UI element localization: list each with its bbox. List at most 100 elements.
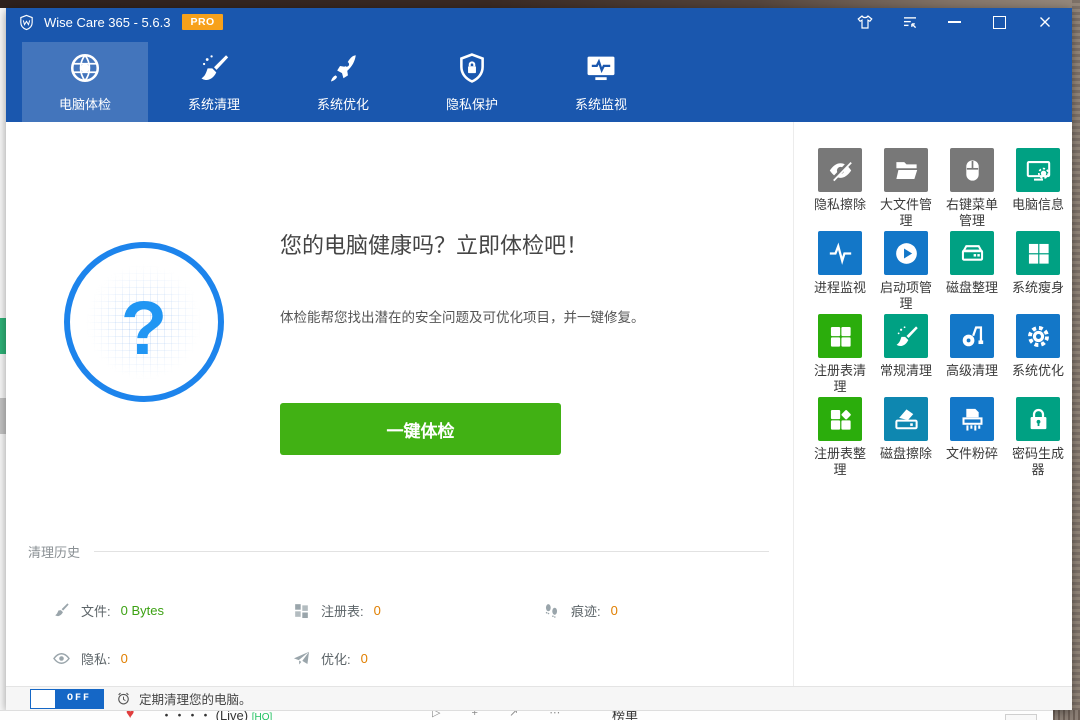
tool-system-tuneup[interactable]: 系统优化: [1005, 314, 1071, 397]
advanced-cleaner-icon: [950, 314, 994, 358]
toggle-state: OFF: [55, 690, 103, 708]
stat-value: 0: [611, 603, 618, 618]
tool-label: 进程监视: [814, 280, 866, 296]
main-nav: 电脑体检 系统清理 系统优化 隐私保护 系统监视: [6, 36, 1072, 122]
tab-label: 系统清理: [188, 94, 240, 113]
pc-checkup-icon: [68, 51, 102, 85]
tool-computer-info[interactable]: 电脑信息: [1005, 148, 1071, 231]
tool-disk-eraser[interactable]: 磁盘擦除: [873, 397, 939, 480]
startup-manager-icon: [884, 231, 928, 275]
stat-value: 0: [374, 603, 381, 618]
tab-privacy-protector[interactable]: 隐私保护: [409, 42, 535, 122]
registry-blocks-icon: [292, 601, 311, 620]
tool-registry-defrag[interactable]: 注册表整理: [807, 397, 873, 480]
desktop: Wise Care 365 - 5.6.3 PRO 电脑体检 系统清理: [0, 0, 1080, 720]
registry-defrag-icon: [818, 397, 862, 441]
stat-value: 0: [121, 651, 128, 666]
tool-common-cleaner[interactable]: 常规清理: [873, 314, 939, 397]
utilities-sidebar: 隐私擦除 大文件管理 右键菜单管理 电脑信息 进程监视: [793, 122, 1072, 686]
background-button-fragment: [1005, 714, 1037, 720]
common-cleaner-icon: [884, 314, 928, 358]
privacy-protector-icon: [455, 51, 489, 85]
tool-disk-defrag[interactable]: 磁盘整理: [939, 231, 1005, 314]
content-area: ? 您的电脑健康吗？立即体检吧！ 体检能帮您找出潜在的安全问题及可优化项目，并一…: [6, 122, 1072, 686]
tab-pc-checkup[interactable]: 电脑体检: [22, 42, 148, 122]
file-shredder-icon: [950, 397, 994, 441]
track-title: ・・・・ (Live) [HQ]: [160, 710, 272, 720]
close-button[interactable]: [1035, 13, 1054, 32]
stat-tuneup: 优化: 0: [292, 649, 542, 668]
system-slimming-icon: [1016, 231, 1060, 275]
stat-files: 文件: 0 Bytes: [52, 601, 292, 620]
tool-label: 磁盘擦除: [880, 446, 932, 462]
tool-label: 注册表整理: [811, 446, 869, 478]
tab-label: 系统监视: [575, 94, 627, 113]
footprints-icon: [542, 601, 561, 620]
history-title: 清理历史: [28, 542, 80, 561]
registry-cleaner-icon: [818, 314, 862, 358]
window-title: Wise Care 365 - 5.6.3: [44, 15, 170, 30]
alarm-clock-icon: [116, 691, 131, 706]
pro-badge: PRO: [182, 14, 222, 30]
stat-traces: 痕迹: 0: [542, 601, 769, 620]
question-mark: ?: [70, 254, 218, 402]
tool-process-monitor[interactable]: 进程监视: [807, 231, 873, 314]
background-music-player-strip: ♥ ・・・・ (Live) [HQ] ▷ + ↗ ⋯ 榜单: [0, 710, 1053, 720]
system-tuneup-gear-icon: [1016, 314, 1060, 358]
maximize-button[interactable]: [990, 13, 1009, 32]
broom-icon: [52, 601, 71, 620]
tool-label: 电脑信息: [1012, 197, 1064, 213]
cleaning-history: 清理历史 文件: 0 Bytes 注册表: 0: [28, 542, 769, 668]
stat-value: 0: [361, 651, 368, 666]
heart-icon: ♥: [126, 710, 134, 720]
checkup-heading: 您的电脑健康吗？立即体检吧！: [280, 228, 588, 260]
tool-context-menu-manager[interactable]: 右键菜单管理: [939, 148, 1005, 231]
wise-care-window: Wise Care 365 - 5.6.3 PRO 电脑体检 系统清理: [6, 8, 1072, 710]
tab-system-tuneup[interactable]: 系统优化: [280, 42, 406, 122]
player-action-icons: ▷ + ↗ ⋯: [432, 710, 574, 719]
stat-value: 0 Bytes: [121, 603, 164, 618]
computer-info-icon: [1016, 148, 1060, 192]
tab-system-cleaner[interactable]: 系统清理: [151, 42, 277, 122]
hq-badge: [HQ]: [252, 712, 273, 720]
divider-line: [94, 551, 769, 552]
tool-label: 文件粉碎: [946, 446, 998, 462]
tool-privacy-eraser[interactable]: 隐私擦除: [807, 148, 873, 231]
stat-label: 隐私:: [81, 649, 111, 668]
stat-label: 优化:: [321, 649, 351, 668]
minimize-button[interactable]: [945, 13, 964, 32]
one-click-checkup-button[interactable]: 一键体检: [280, 403, 561, 455]
skin-shirt-icon[interactable]: [855, 13, 874, 32]
footer-text: 定期清理您的电脑。: [139, 689, 252, 708]
paper-plane-icon: [292, 649, 311, 668]
tool-advanced-cleaner[interactable]: 高级清理: [939, 314, 1005, 397]
tool-label: 注册表清理: [811, 363, 869, 395]
tool-label: 密码生成器: [1009, 446, 1067, 478]
tool-registry-cleaner[interactable]: 注册表清理: [807, 314, 873, 397]
password-generator-icon: [1016, 397, 1060, 441]
menu-icon[interactable]: [900, 13, 919, 32]
toggle-knob: [31, 690, 55, 708]
tool-password-generator[interactable]: 密码生成器: [1005, 397, 1071, 480]
history-header: 清理历史: [28, 542, 769, 561]
process-monitor-icon: [818, 231, 862, 275]
tab-system-monitor[interactable]: 系统监视: [538, 42, 664, 122]
tool-label: 磁盘整理: [946, 280, 998, 296]
footer-bar: OFF 定期清理您的电脑。: [6, 686, 1072, 710]
big-file-manager-icon: [884, 148, 928, 192]
history-stats: 文件: 0 Bytes 注册表: 0 痕迹: 0: [52, 601, 769, 668]
titlebar: Wise Care 365 - 5.6.3 PRO: [6, 8, 1072, 36]
tool-startup-manager[interactable]: 启动项管理: [873, 231, 939, 314]
disk-eraser-icon: [884, 397, 928, 441]
context-menu-manager-icon: [950, 148, 994, 192]
tool-system-slimming[interactable]: 系统瘦身: [1005, 231, 1071, 314]
scheduled-clean-toggle[interactable]: OFF: [30, 689, 104, 709]
disk-defrag-icon: [950, 231, 994, 275]
stat-label: 文件:: [81, 601, 111, 620]
tool-big-file-manager[interactable]: 大文件管理: [873, 148, 939, 231]
tool-file-shredder[interactable]: 文件粉碎: [939, 397, 1005, 480]
tool-label: 高级清理: [946, 363, 998, 379]
tab-label: 电脑体检: [59, 94, 111, 113]
maximize-icon: [993, 16, 1006, 29]
tool-label: 大文件管理: [877, 197, 935, 229]
